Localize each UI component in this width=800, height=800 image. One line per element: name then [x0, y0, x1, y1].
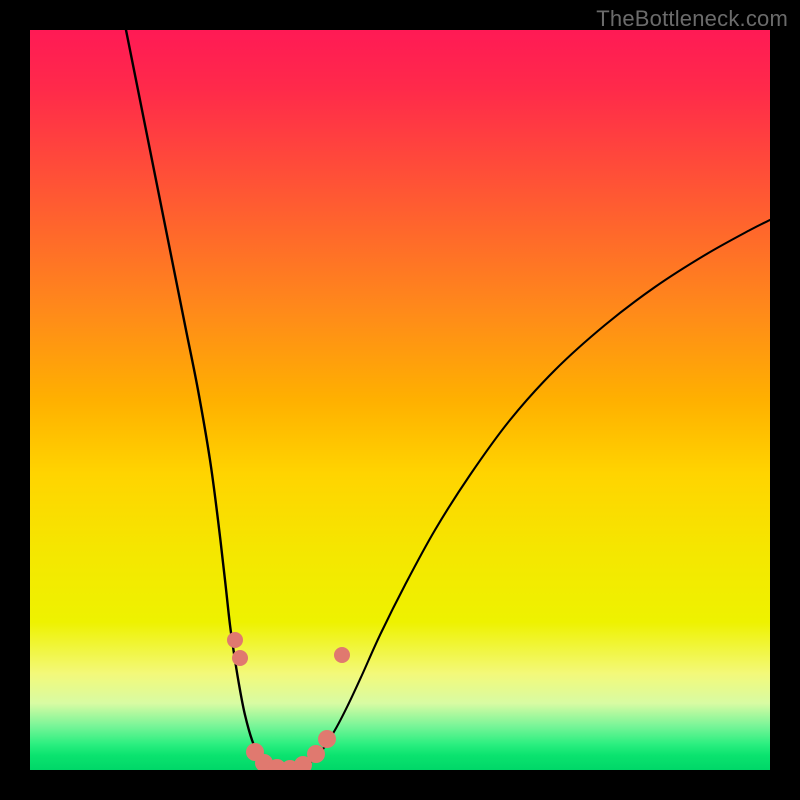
chart-svg	[30, 30, 770, 770]
plot-area	[30, 30, 770, 770]
curve-right-curve	[282, 220, 770, 770]
curves-group	[126, 30, 770, 770]
markers-group	[227, 632, 350, 770]
data-marker	[227, 632, 243, 648]
data-marker	[307, 745, 325, 763]
curve-left-curve	[126, 30, 282, 770]
outer-frame: TheBottleneck.com	[0, 0, 800, 800]
data-marker	[232, 650, 248, 666]
data-marker	[334, 647, 350, 663]
watermark-text: TheBottleneck.com	[596, 6, 788, 32]
data-marker	[318, 730, 336, 748]
